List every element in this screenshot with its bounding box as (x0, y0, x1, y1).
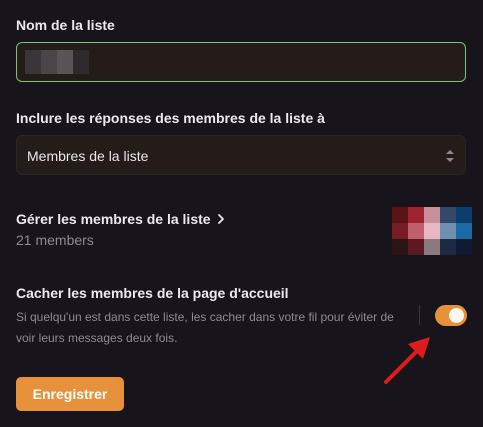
list-name-label: Nom de la liste (16, 17, 115, 33)
red-arrow-annotation (384, 337, 430, 384)
include-replies-selected-value: Membres de la liste (27, 148, 149, 164)
select-arrows-icon (446, 150, 454, 162)
include-replies-label: Inclure les réponses des membres de la l… (16, 110, 325, 126)
include-replies-select[interactable]: Membres de la liste (16, 135, 466, 175)
hide-members-toggle[interactable] (435, 305, 467, 326)
save-button[interactable]: Enregistrer (16, 377, 124, 411)
manage-members-label: Gérer les membres de la liste (16, 211, 211, 227)
list-name-input[interactable] (16, 42, 466, 82)
member-count: 21 members (16, 232, 94, 248)
divider (419, 305, 420, 325)
hide-members-label: Cacher les membres de la page d'accueil (16, 285, 289, 301)
member-avatars (392, 207, 472, 255)
hide-members-description-line1: Si quelqu'un est dans cette liste, les c… (16, 310, 394, 324)
manage-members-link[interactable]: Gérer les membres de la liste (16, 211, 225, 227)
chevron-right-icon (217, 214, 224, 224)
hide-members-description-line2: voir leurs messages deux fois. (16, 331, 178, 345)
redacted-text (25, 50, 89, 74)
toggle-knob (449, 308, 464, 323)
